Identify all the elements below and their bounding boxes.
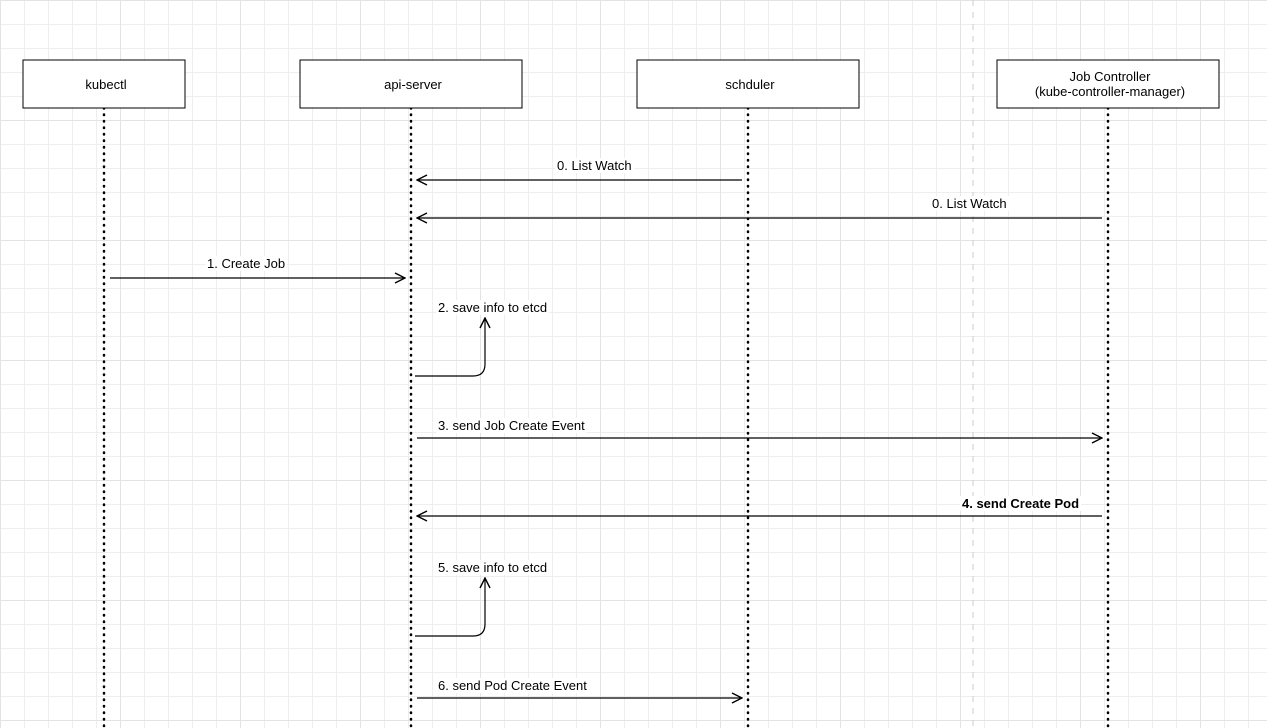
message-label: 4. send Create Pod — [960, 496, 1081, 511]
message-label: 3. send Job Create Event — [436, 418, 587, 433]
grid-background — [0, 0, 1267, 728]
participant-apiserver: api-server — [300, 60, 526, 108]
message-label: 0. List Watch — [555, 158, 634, 173]
participant-scheduler: schduler — [637, 60, 863, 108]
message-label: 5. save info to etcd — [436, 560, 549, 575]
message-label: 0. List Watch — [930, 196, 1009, 211]
participant-jobctrl: Job Controller (kube-controller-manager) — [997, 60, 1223, 108]
diagram-canvas: kubectl api-server schduler Job Controller … — [0, 0, 1267, 728]
message-label: 6. send Pod Create Event — [436, 678, 589, 693]
message-label: 1. Create Job — [205, 256, 287, 271]
participant-kubectl: kubectl — [23, 60, 189, 108]
message-label: 2. save info to etcd — [436, 300, 549, 315]
